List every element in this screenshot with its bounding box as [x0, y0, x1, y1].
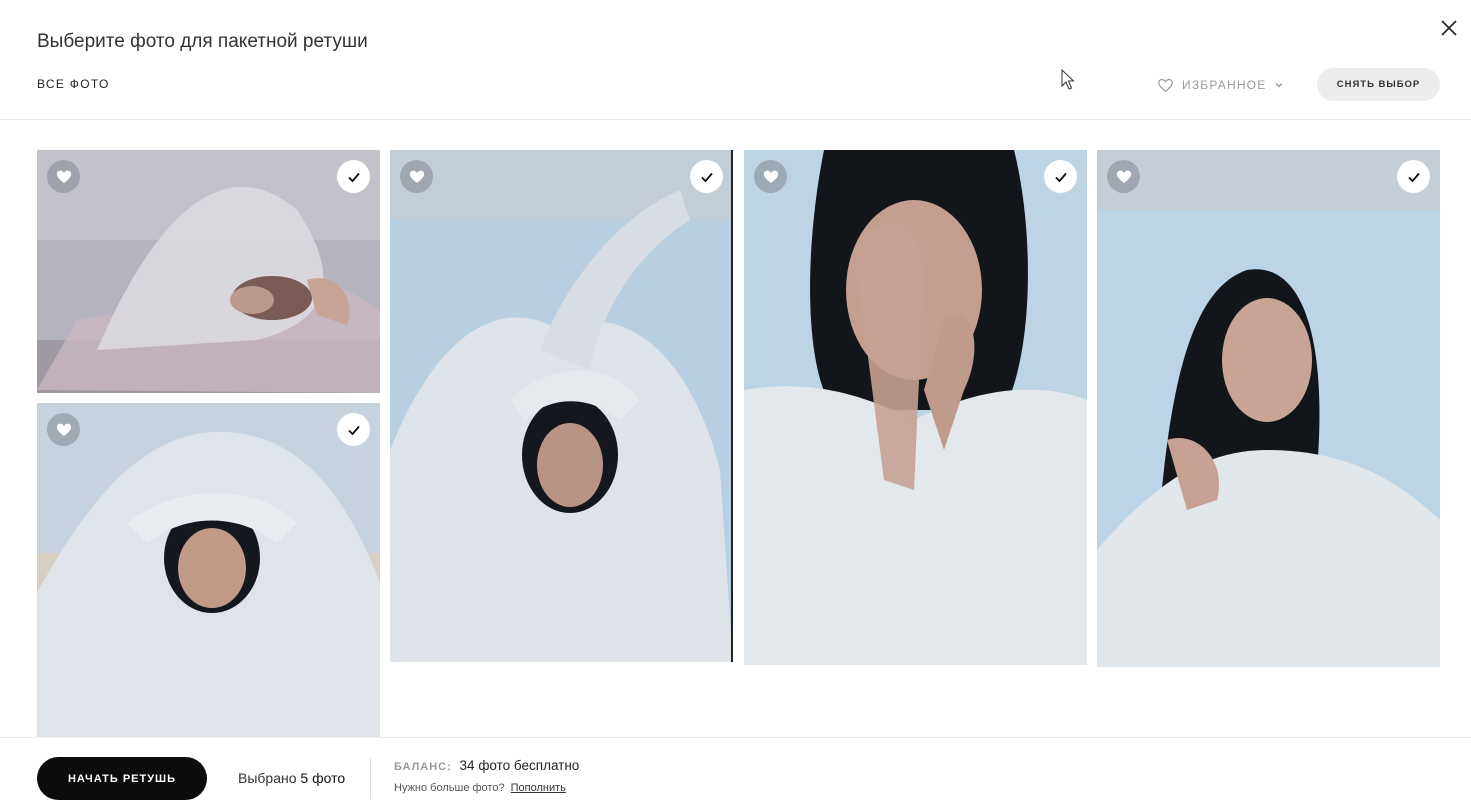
- tab-all-photos[interactable]: ВСЕ ФОТО: [37, 77, 110, 91]
- select-checkbox[interactable]: [337, 413, 370, 446]
- heart-icon: [409, 170, 424, 183]
- header: Выберите фото для пакетной ретуши ВСЕ ФО…: [0, 0, 1471, 120]
- heart-icon: [1116, 170, 1131, 183]
- checkmark-icon: [1407, 172, 1420, 182]
- close-button[interactable]: [1436, 15, 1462, 41]
- favorite-button[interactable]: [47, 160, 80, 193]
- favorites-filter-label: ИЗБРАННОЕ: [1182, 78, 1267, 92]
- mouse-cursor-icon: [1061, 69, 1075, 90]
- checkmark-icon: [347, 425, 360, 435]
- balance-value: 34 фото бесплатно: [459, 758, 580, 773]
- favorite-button[interactable]: [47, 413, 80, 446]
- start-retouch-button[interactable]: НАЧАТЬ РЕТУШЬ: [37, 757, 207, 800]
- photo-card[interactable]: [390, 150, 733, 662]
- checkmark-icon: [1054, 172, 1067, 182]
- photo-image: [37, 150, 380, 393]
- photo-card[interactable]: [37, 150, 380, 393]
- heart-icon: [763, 170, 778, 183]
- chevron-down-icon: [1275, 83, 1283, 88]
- favorite-button[interactable]: [754, 160, 787, 193]
- select-checkbox[interactable]: [337, 160, 370, 193]
- photo-card[interactable]: [37, 403, 380, 737]
- heart-icon: [56, 170, 71, 183]
- photo-image: [390, 150, 733, 662]
- divider: [370, 758, 371, 798]
- need-more-label: Нужно больше фото?: [394, 782, 505, 794]
- topup-link[interactable]: Пополнить: [511, 782, 566, 794]
- need-more-text: Нужно больше фото? Пополнить: [394, 782, 566, 794]
- favorites-filter[interactable]: ИЗБРАННОЕ: [1157, 74, 1284, 96]
- photo-image: [1097, 150, 1440, 667]
- select-checkbox[interactable]: [1397, 160, 1430, 193]
- footer-bar: НАЧАТЬ РЕТУШЬ Выбрано 5 фото БАЛАНС: 34 …: [0, 737, 1471, 812]
- photo-card[interactable]: [1097, 150, 1440, 667]
- photo-image: [744, 150, 1087, 665]
- selected-count-text: Выбрано 5 фото: [238, 770, 345, 786]
- select-checkbox[interactable]: [690, 160, 723, 193]
- checkmark-icon: [347, 172, 360, 182]
- photo-card[interactable]: [744, 150, 1087, 665]
- heart-outline-icon: [1158, 78, 1173, 92]
- close-icon: [1441, 20, 1457, 36]
- balance-label: БАЛАНС:: [394, 761, 452, 773]
- checkmark-icon: [700, 172, 713, 182]
- heart-icon: [56, 423, 71, 436]
- favorite-button[interactable]: [400, 160, 433, 193]
- deselect-button[interactable]: СНЯТЬ ВЫБОР: [1317, 68, 1440, 101]
- selected-prefix: Выбрано: [238, 770, 297, 786]
- balance-info: БАЛАНС: 34 фото бесплатно: [394, 758, 579, 773]
- selected-count: 5 фото: [300, 770, 346, 786]
- favorite-button[interactable]: [1107, 160, 1140, 193]
- photo-image: [37, 403, 380, 737]
- select-checkbox[interactable]: [1044, 160, 1077, 193]
- page-title: Выберите фото для пакетной ретуши: [37, 31, 368, 52]
